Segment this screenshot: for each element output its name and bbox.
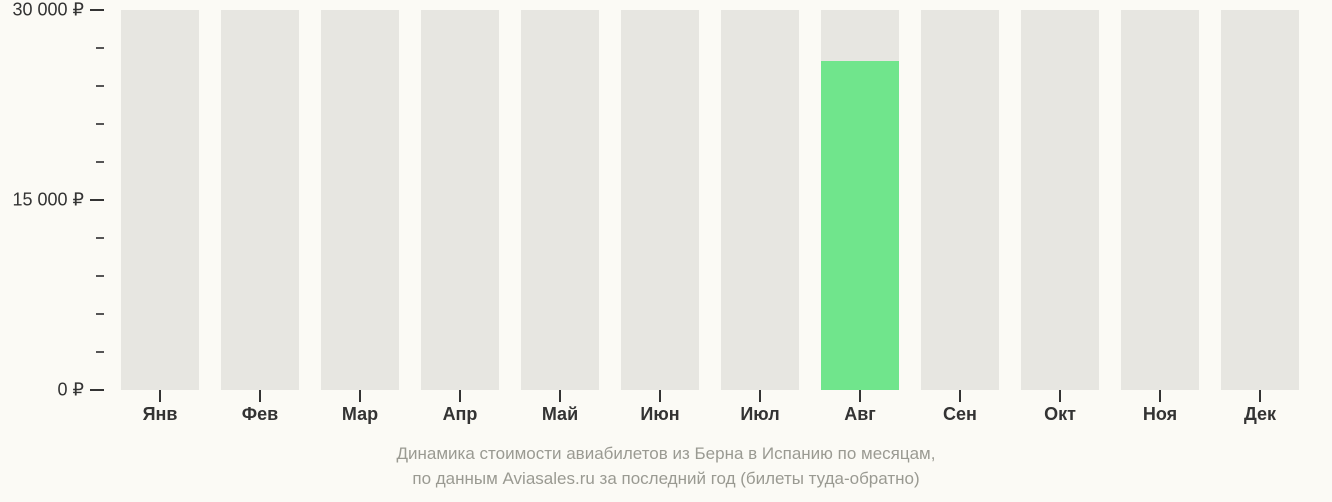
y-axis: 0 ₽15 000 ₽30 000 ₽: [0, 10, 110, 390]
x-axis-tick: [459, 390, 461, 402]
bar-background: [921, 10, 999, 390]
bar-slot: [410, 10, 510, 390]
y-axis-minor-tick: [96, 237, 104, 239]
bar-slot: [210, 10, 310, 390]
x-axis-tick: [359, 390, 361, 402]
y-axis-minor-tick: [96, 275, 104, 277]
y-axis-minor-tick: [96, 47, 104, 49]
x-axis-tick: [1059, 390, 1061, 402]
x-axis-slot: Авг: [810, 390, 910, 430]
y-axis-tick: [90, 9, 104, 11]
x-axis-label: Янв: [110, 404, 210, 425]
y-axis-label: 15 000 ₽: [12, 190, 84, 211]
y-axis-label: 0 ₽: [58, 380, 84, 401]
x-axis-slot: Июн: [610, 390, 710, 430]
bar-background: [621, 10, 699, 390]
x-axis-label: Ноя: [1110, 404, 1210, 425]
x-axis-tick: [159, 390, 161, 402]
plot-area: [110, 10, 1310, 390]
x-axis-slot: Дек: [1210, 390, 1310, 430]
caption-line-2: по данным Aviasales.ru за последний год …: [412, 469, 919, 488]
x-axis-label: Апр: [410, 404, 510, 425]
bar-background: [1121, 10, 1199, 390]
x-axis-label: Май: [510, 404, 610, 425]
x-axis-tick: [759, 390, 761, 402]
bar-background: [521, 10, 599, 390]
x-axis-label: Фев: [210, 404, 310, 425]
bar-series: [110, 10, 1310, 390]
x-axis-tick: [1159, 390, 1161, 402]
x-axis-label: Июн: [610, 404, 710, 425]
x-axis-tick: [259, 390, 261, 402]
x-axis-label: Авг: [810, 404, 910, 425]
bar-background: [721, 10, 799, 390]
x-axis-slot: Май: [510, 390, 610, 430]
x-axis-label: Мар: [310, 404, 410, 425]
x-axis-tick: [859, 390, 861, 402]
bar-background: [121, 10, 199, 390]
x-axis-label: Сен: [910, 404, 1010, 425]
x-axis-tick: [1259, 390, 1261, 402]
bar-background: [1221, 10, 1299, 390]
bar-slot: [1010, 10, 1110, 390]
bar-background: [221, 10, 299, 390]
y-axis-minor-tick: [96, 85, 104, 87]
x-axis-slot: Апр: [410, 390, 510, 430]
y-axis-minor-tick: [96, 351, 104, 353]
bar-slot: [610, 10, 710, 390]
x-axis-slot: Июл: [710, 390, 810, 430]
bar-slot: [510, 10, 610, 390]
bar-background: [421, 10, 499, 390]
y-axis-tick: [90, 199, 104, 201]
caption-line-1: Динамика стоимости авиабилетов из Берна …: [397, 444, 936, 463]
bar-slot: [1110, 10, 1210, 390]
bar-slot: [310, 10, 410, 390]
y-axis-tick: [90, 389, 104, 391]
x-axis-tick: [659, 390, 661, 402]
price-by-month-chart: 0 ₽15 000 ₽30 000 ₽ ЯнвФевМарАпрМайИюнИю…: [0, 0, 1332, 502]
y-axis-minor-tick: [96, 161, 104, 163]
x-axis-slot: Фев: [210, 390, 310, 430]
bar-slot: [810, 10, 910, 390]
x-axis-label: Окт: [1010, 404, 1110, 425]
y-axis-minor-tick: [96, 313, 104, 315]
bar-background: [1021, 10, 1099, 390]
x-axis-slot: Мар: [310, 390, 410, 430]
y-axis-minor-tick: [96, 123, 104, 125]
x-axis-slot: Ноя: [1110, 390, 1210, 430]
bar-slot: [1210, 10, 1310, 390]
y-axis-label: 30 000 ₽: [12, 0, 84, 21]
x-axis-slot: Сен: [910, 390, 1010, 430]
x-axis-label: Дек: [1210, 404, 1310, 425]
bar-slot: [710, 10, 810, 390]
x-axis-label: Июл: [710, 404, 810, 425]
x-axis-slot: Окт: [1010, 390, 1110, 430]
bar-slot: [910, 10, 1010, 390]
x-axis-slot: Янв: [110, 390, 210, 430]
bar-value: [821, 61, 899, 390]
x-axis: ЯнвФевМарАпрМайИюнИюлАвгСенОктНояДек: [110, 390, 1310, 430]
chart-caption: Динамика стоимости авиабилетов из Берна …: [0, 442, 1332, 491]
x-axis-tick: [559, 390, 561, 402]
bar-background: [321, 10, 399, 390]
bar-slot: [110, 10, 210, 390]
x-axis-tick: [959, 390, 961, 402]
